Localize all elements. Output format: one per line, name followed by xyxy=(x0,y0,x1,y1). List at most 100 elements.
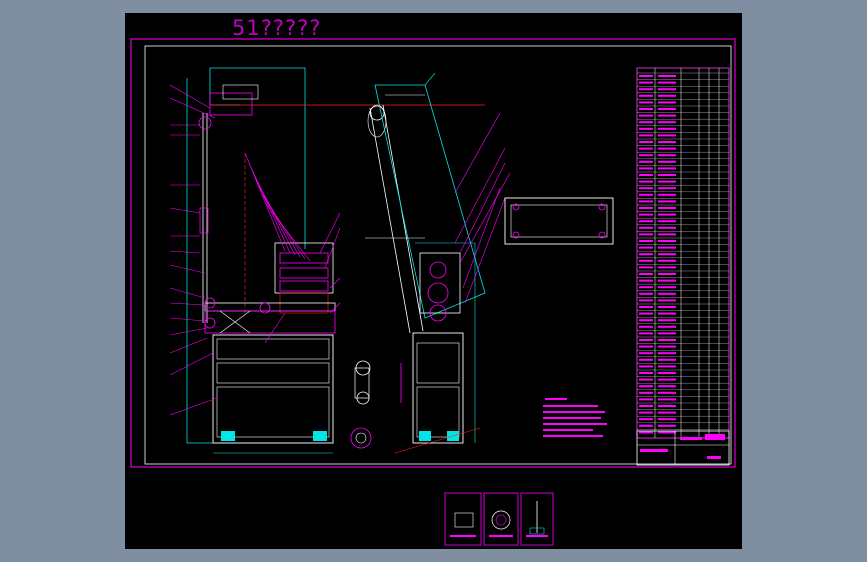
table-cell-mark xyxy=(658,299,676,302)
table-cell-mark xyxy=(639,127,653,130)
technical-notes xyxy=(543,398,607,437)
table-cell-mark xyxy=(639,246,653,249)
table-cell-mark xyxy=(639,240,653,242)
table-cell-mark xyxy=(639,352,653,355)
table-cell-mark xyxy=(658,424,676,427)
table-cell-mark xyxy=(658,358,676,361)
table-cell-mark xyxy=(658,391,676,394)
table-cell-mark xyxy=(639,345,653,348)
table-cell-mark xyxy=(639,141,653,143)
table-cell-mark xyxy=(639,160,653,163)
table-cell-mark xyxy=(639,193,653,196)
table-cell-mark xyxy=(658,345,676,348)
front-view xyxy=(169,67,485,454)
table-cell-mark xyxy=(658,121,676,124)
table-cell-mark xyxy=(639,312,653,315)
table-cell-mark xyxy=(639,233,653,236)
table-cell-mark xyxy=(658,101,676,104)
table-cell-mark xyxy=(639,213,653,216)
table-cell-mark xyxy=(658,127,676,130)
section-detail xyxy=(504,197,614,245)
table-cell-mark xyxy=(658,207,676,209)
table-cell-mark xyxy=(639,286,653,289)
table-cell-mark xyxy=(658,94,676,97)
table-cell-mark xyxy=(639,187,653,190)
cad-drawing-svg xyxy=(130,38,736,546)
table-cell-mark xyxy=(639,325,653,328)
table-cell-mark xyxy=(639,259,653,262)
table-cell-mark xyxy=(658,253,676,256)
table-cell-mark xyxy=(658,141,676,143)
table-cell-mark xyxy=(639,266,653,269)
table-cell-mark xyxy=(639,405,653,407)
table-cell-mark xyxy=(639,108,653,110)
table-cell-mark xyxy=(639,134,653,137)
table-cell-mark xyxy=(658,378,676,381)
table-cell-mark xyxy=(639,391,653,394)
table-cell-mark xyxy=(658,147,676,150)
table-cell-mark xyxy=(639,94,653,97)
table-cell-mark xyxy=(658,114,676,117)
table-cell-mark xyxy=(658,418,676,421)
table-cell-mark xyxy=(658,306,676,308)
table-cell-mark xyxy=(639,180,653,183)
table-cell-mark xyxy=(658,167,676,170)
table-cell-mark xyxy=(639,207,653,209)
table-cell-mark xyxy=(658,200,676,203)
table-cell-mark xyxy=(639,411,653,414)
table-cell-mark xyxy=(658,372,676,374)
table-cell-mark xyxy=(639,174,653,176)
table-cell-mark xyxy=(658,187,676,190)
table-cell-mark xyxy=(639,154,653,157)
table-cell-mark xyxy=(658,134,676,137)
table-cell-mark xyxy=(658,88,676,91)
table-cell-mark xyxy=(639,167,653,170)
sheet-thumbnails xyxy=(444,492,554,546)
table-cell-mark xyxy=(658,226,676,229)
table-cell-mark xyxy=(658,233,676,236)
table-cell-mark xyxy=(639,75,653,77)
table-cell-mark xyxy=(658,411,676,414)
table-cell-mark xyxy=(658,405,676,407)
table-cell-mark xyxy=(639,332,653,335)
table-cell-mark xyxy=(658,266,676,269)
table-cell-mark xyxy=(658,81,676,84)
table-cell-mark xyxy=(658,174,676,176)
table-cell-mark xyxy=(658,365,676,368)
table-cell-mark xyxy=(658,273,676,275)
table-cell-mark xyxy=(658,352,676,355)
table-cell-mark xyxy=(658,220,676,223)
table-cell-mark xyxy=(639,306,653,308)
table-cell-mark xyxy=(658,325,676,328)
table-cell-mark xyxy=(658,398,676,401)
table-cell-mark xyxy=(639,81,653,84)
parts-list-table xyxy=(636,67,730,466)
table-cell-mark xyxy=(639,378,653,381)
table-cell-mark xyxy=(658,240,676,242)
table-cell-mark xyxy=(639,101,653,104)
table-cell-mark xyxy=(658,332,676,335)
table-cell-mark xyxy=(658,75,676,77)
table-cell-mark xyxy=(639,273,653,275)
table-cell-mark xyxy=(658,286,676,289)
table-cell-mark xyxy=(639,292,653,295)
table-cell-mark xyxy=(639,114,653,117)
table-cell-mark xyxy=(639,358,653,361)
table-cell-mark xyxy=(639,88,653,91)
table-cell-mark xyxy=(658,160,676,163)
cad-drawing-canvas: 51????? xyxy=(125,13,742,549)
table-cell-mark xyxy=(639,226,653,229)
table-cell-mark xyxy=(658,213,676,216)
table-cell-mark xyxy=(639,385,653,388)
table-cell-mark xyxy=(639,279,653,282)
table-cell-mark xyxy=(639,121,653,124)
side-view xyxy=(350,72,511,454)
table-cell-mark xyxy=(658,312,676,315)
table-cell-mark xyxy=(639,319,653,322)
table-cell-mark xyxy=(658,259,676,262)
table-cell-mark xyxy=(639,365,653,368)
table-cell-mark xyxy=(639,398,653,401)
table-cell-mark xyxy=(658,279,676,282)
table-cell-mark xyxy=(658,246,676,249)
table-cell-mark xyxy=(639,220,653,223)
